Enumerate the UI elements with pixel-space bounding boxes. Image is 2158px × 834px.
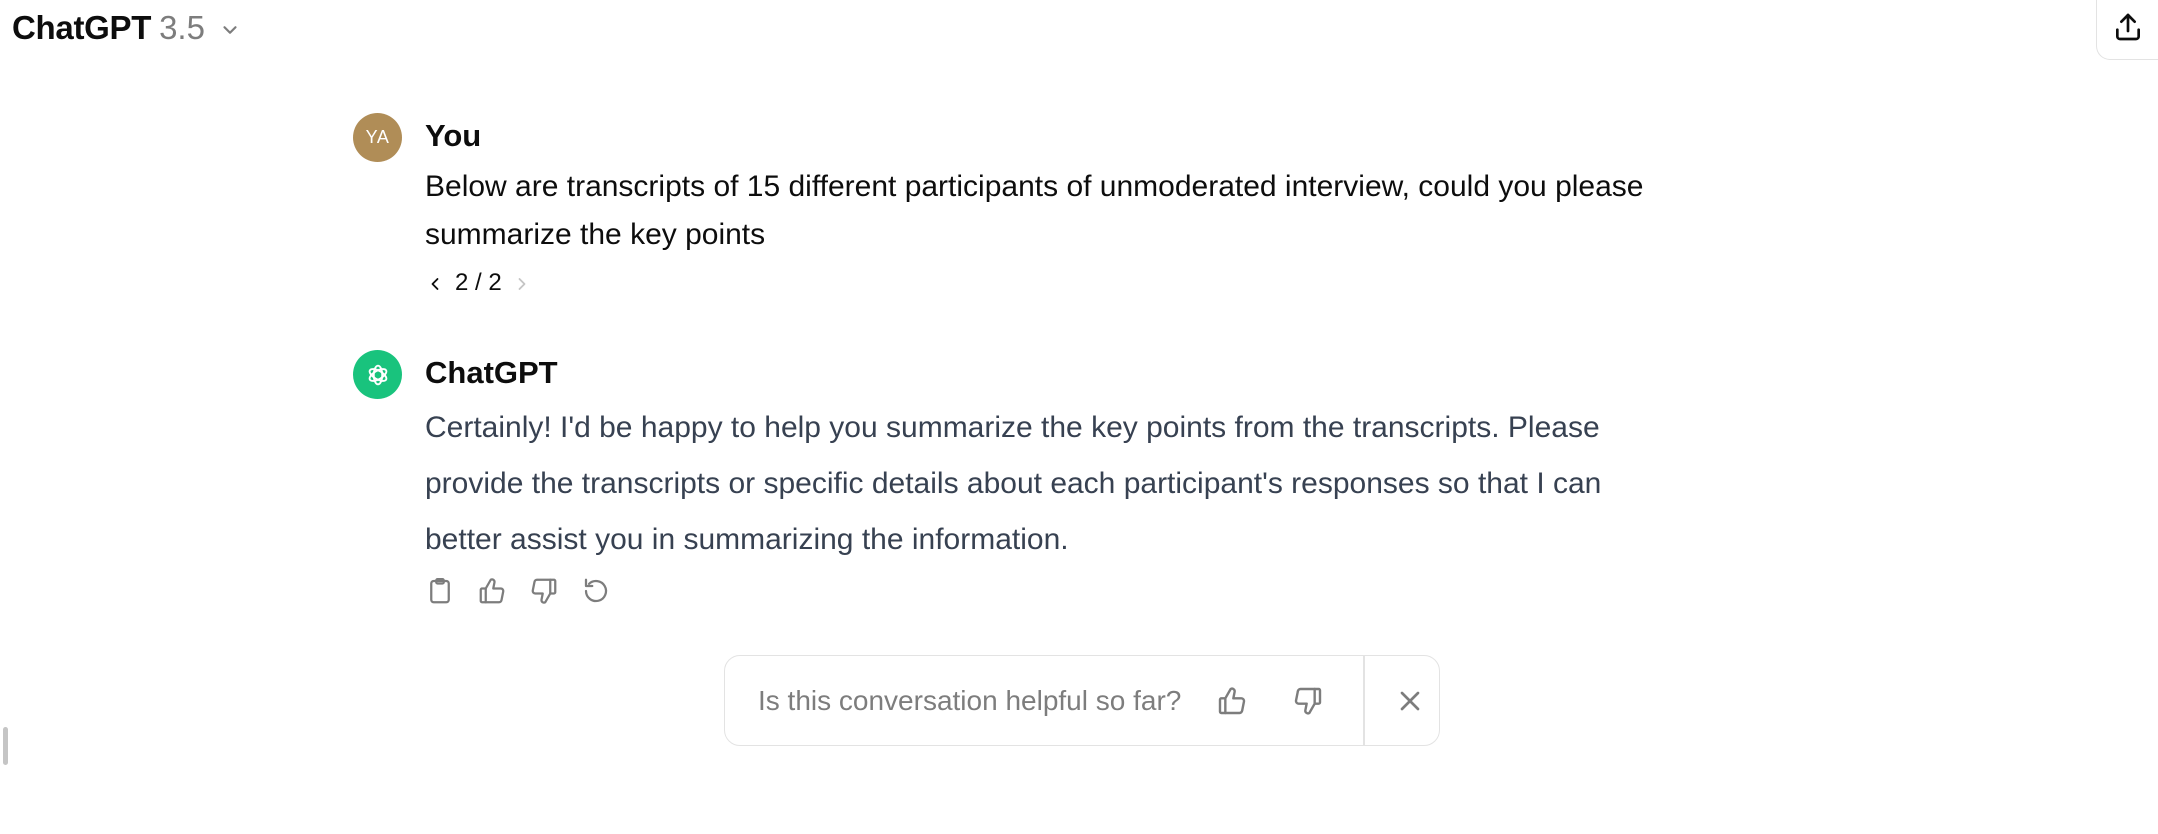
regenerate-icon[interactable] — [581, 576, 611, 606]
assistant-author-label: ChatGPT — [425, 355, 558, 390]
thumbs-up-icon[interactable] — [477, 576, 507, 606]
chevron-right-icon — [518, 278, 526, 290]
message-actions — [425, 576, 611, 606]
upload-icon — [2115, 11, 2144, 48]
chevron-left-icon — [431, 278, 439, 290]
previous-version-button[interactable] — [425, 273, 445, 293]
next-version-button[interactable] — [512, 273, 532, 293]
chevron-down-icon — [219, 19, 241, 41]
thumbs-down-icon[interactable] — [529, 576, 559, 606]
user-author-label: You — [425, 118, 482, 153]
copy-icon[interactable] — [425, 576, 455, 606]
model-version: 3.5 — [159, 9, 205, 46]
close-icon[interactable] — [1393, 684, 1427, 718]
user-message-text: Below are transcripts of 15 different pa… — [425, 170, 1644, 251]
model-switcher[interactable]: ChatGPT 3.5 — [12, 8, 241, 48]
pager-count: 2 / 2 — [455, 269, 502, 296]
model-name: ChatGPT — [12, 9, 152, 46]
feedback-prompt: Is this conversation helpful so far? — [724, 655, 1440, 746]
thumbs-down-icon[interactable] — [1291, 684, 1325, 718]
openai-logo-icon — [353, 350, 402, 399]
thumbs-up-icon[interactable] — [1215, 684, 1249, 718]
message-pager: 2 / 2 — [425, 269, 532, 297]
feedback-question: Is this conversation helpful so far? — [758, 684, 1182, 716]
chat-page: ChatGPT 3.5 YA You Below are transcripts… — [0, 0, 2158, 834]
assistant-message-paragraph: Certainly! I'd be happy to help you summ… — [425, 411, 1602, 556]
scrollbar-handle[interactable] — [3, 727, 8, 765]
share-button[interactable] — [2096, 0, 2158, 60]
user-avatar: YA — [353, 113, 402, 162]
assistant-message-text: Certainly! I'd be happy to help you summ… — [425, 400, 1685, 568]
feedback-divider — [1363, 656, 1365, 745]
